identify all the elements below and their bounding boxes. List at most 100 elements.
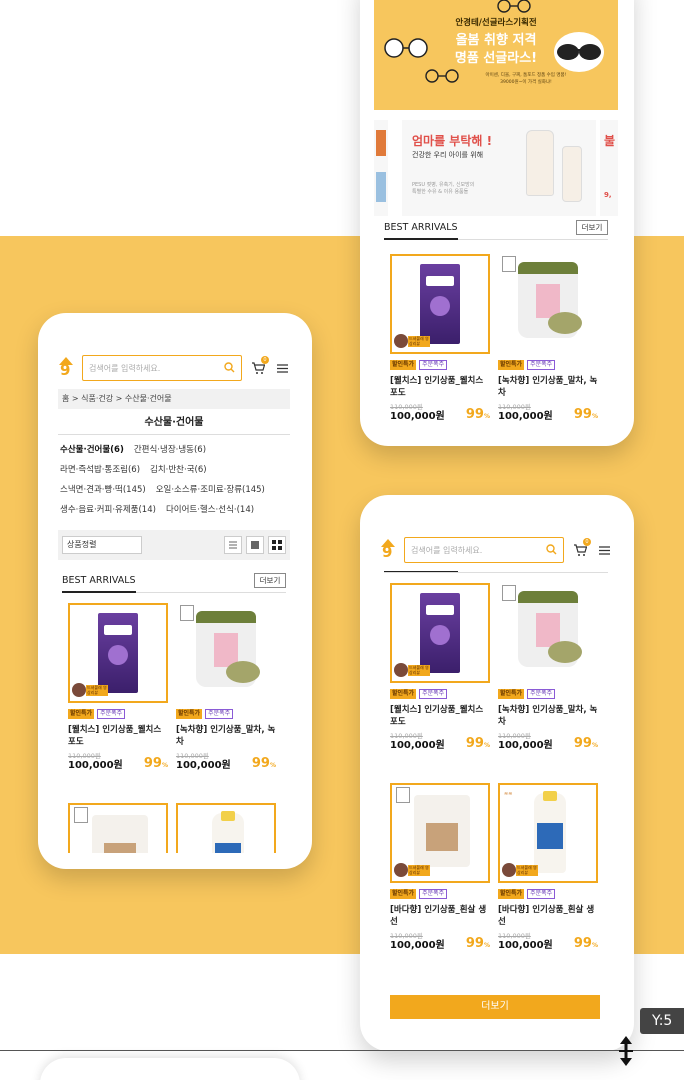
category-link[interactable]: 생수·음료·커피·유제품(14) xyxy=(60,505,156,515)
banner-mom-care[interactable]: 엄마를 부탁해 ! 건강한 우리 아이를 위해 PESU 젖병, 유축기, 신모… xyxy=(402,120,596,216)
logo-9-icon[interactable]: 9 xyxy=(58,357,74,379)
search-bar[interactable]: 검색어를 입력하세요. xyxy=(82,355,242,381)
discount-rate: 99% xyxy=(465,736,490,751)
sunglasses-promo-banner[interactable]: 안경테/선글라스기획전 올봄 취향 저격 명품 선글라스! 아이센, 디올, 구… xyxy=(374,0,618,110)
sale-tag: 할인특가 xyxy=(498,689,525,699)
banner-carousel[interactable]: 엄마를 부탁해 ! 건강한 우리 아이를 위해 PESU 젖병, 유축기, 신모… xyxy=(374,120,618,216)
product-card[interactable]: 드셔볼래 영상리뷰 할인특가 주문폭주 [웰치스] 인기상품_웰치스 포도 11… xyxy=(390,254,492,423)
grid-view-icon[interactable] xyxy=(246,536,264,554)
sale-price: 100,000원 99% xyxy=(498,736,598,751)
coordinate-readout: Y:5 xyxy=(640,1008,684,1034)
sale-price: 100,000원 99% xyxy=(498,936,598,951)
promo-small-line1: 아이센, 디올, 구찌, 톰포드 정품 수입 명품! xyxy=(485,73,567,78)
sort-bar: 상품정렬 xyxy=(58,530,290,560)
phone-left: 9 검색어를 입력하세요. 0 홈 > 식품·건강 > 수산물·건어물 수산물·… xyxy=(38,313,312,869)
search-icon[interactable] xyxy=(224,361,235,375)
category-link[interactable]: 김치·반찬·국(6) xyxy=(150,465,207,475)
banner-heading: 엄마를 부탁해 ! xyxy=(412,134,493,148)
sale-tag: 할인특가 xyxy=(390,360,417,370)
sale-price: 100,000원 99% xyxy=(390,736,490,751)
product-name: [웰치스] 인기상품_웰치스 포도 xyxy=(390,705,484,727)
category-link[interactable]: 스낵면·견과·빵·떡(145) xyxy=(60,485,146,495)
baby-bottle-image xyxy=(526,130,554,196)
discount-rate: 99% xyxy=(573,936,598,951)
product-card[interactable]: ≈≈ 드셔볼래 영상리뷰 할인특가 주문폭주 [바다향] 인기상품_흰살 생선 … xyxy=(498,783,600,952)
list-view-icon[interactable] xyxy=(224,536,242,554)
product-card[interactable]: 드셔볼래 영상리뷰 할인특가 주문폭주 [바다향] 인기상품_흰살 생선 110… xyxy=(390,783,492,952)
product-name: [녹차향] 인기상품_말차, 녹차 xyxy=(176,725,276,747)
promo-small-line2: 39000원~이 가격 실화냐! xyxy=(500,80,552,85)
tile-view-icon[interactable] xyxy=(268,536,286,554)
category-row: 스낵면·견과·빵·떡(145) 오일·소스류·조미료·장류(145) xyxy=(60,480,290,500)
hot-tag: 주문폭주 xyxy=(527,360,556,370)
category-link[interactable]: 간편식·냉장·냉동(6) xyxy=(134,445,206,455)
logo-9-icon[interactable]: 9 xyxy=(380,539,396,561)
product-card[interactable]: 할인특가 주문폭주 [녹차향] 인기상품_말차, 녹차 110,000원 100… xyxy=(498,583,600,752)
sale-price: 100,000원 99% xyxy=(390,936,490,951)
breadcrumb[interactable]: 홈 > 식품·건강 > 수산물·건어물 xyxy=(58,389,290,409)
section-title: BEST ARRIVALS xyxy=(62,575,136,586)
search-bar[interactable]: 검색어를 입력하세요. xyxy=(404,537,564,563)
category-link[interactable]: 수산물·건어물(6) xyxy=(60,445,124,455)
more-link[interactable]: 더보기 xyxy=(576,220,608,235)
banner-subheading: 건강한 우리 아이를 위해 xyxy=(412,151,484,159)
search-input[interactable]: 검색어를 입력하세요. xyxy=(89,363,224,374)
category-row: 생수·음료·커피·유제품(14) 다이어트·헬스·선식·(14) xyxy=(60,500,290,520)
baby-bottle-image xyxy=(562,146,582,202)
section-header: BEST ARRIVALS 더보기 xyxy=(62,573,286,595)
product-image xyxy=(176,603,276,703)
discount-rate: 99% xyxy=(465,936,490,951)
hot-tag: 주문폭주 xyxy=(419,360,448,370)
category-list: 수산물·건어물(6) 간편식·냉장·냉동(6) 라면·즉석밥·통조림(6) 김치·반… xyxy=(60,440,290,520)
menu-icon[interactable] xyxy=(274,360,290,376)
discount-rate: 99% xyxy=(465,407,490,422)
more-link[interactable]: 더보기 xyxy=(254,573,286,588)
banner-small-line1: PESU 젖병, 유축기, 신모방의 xyxy=(412,182,475,188)
search-input[interactable]: 검색어를 입력하세요. xyxy=(411,545,546,556)
product-image: 드셔볼래 영상리뷰 xyxy=(390,783,490,883)
product-name: [녹차향] 인기상품_말차, 녹차 xyxy=(498,376,598,398)
menu-icon[interactable] xyxy=(596,542,612,558)
section-title: BEST ARRIVALS xyxy=(384,222,458,233)
phone-bottom-right: 9 검색어를 입력하세요. 0 드셔볼래 영상리뷰 할인특가 주문폭주 [웰치스… xyxy=(360,495,634,1051)
sale-tag: 할인특가 xyxy=(390,689,417,699)
product-name: [바다향] 인기상품_흰살 생선 xyxy=(498,905,595,927)
review-badge: 드셔볼래 영상리뷰 xyxy=(394,663,430,679)
category-link[interactable]: 오일·소스류·조미료·장류(145) xyxy=(156,485,265,495)
product-card[interactable]: 드셔볼래 영상리뷰 할인특가 주문폭주 [웰치스] 인기상품_웰치스 포도 11… xyxy=(390,583,492,752)
sale-tag: 할인특가 xyxy=(498,360,525,370)
sale-tag: 할인특가 xyxy=(390,889,417,899)
category-row: 라면·즉석밥·통조림(6) 김치·반찬·국(6) xyxy=(60,460,290,480)
design-canvas: 안경테/선글라스기획전 올봄 취향 저격 명품 선글라스! 아이센, 디올, 구… xyxy=(0,0,684,1080)
product-name: [웰치스] 인기상품_웰치스 포도 xyxy=(68,725,162,747)
discount-rate: 99% xyxy=(573,736,598,751)
product-image xyxy=(68,803,168,853)
hot-tag: 주문폭주 xyxy=(527,889,556,899)
product-card[interactable] xyxy=(176,803,278,853)
sort-select[interactable]: 상품정렬 xyxy=(62,536,142,554)
search-icon[interactable] xyxy=(546,543,557,557)
discount-rate: 99% xyxy=(143,756,168,771)
hot-tag: 주문폭주 xyxy=(527,689,556,699)
sale-price: 100,000원 99% xyxy=(390,407,490,422)
discount-rate: 99% xyxy=(251,756,276,771)
sale-price: 100,000원 99% xyxy=(68,756,168,771)
product-card[interactable]: 할인특가 주문폭주 [녹차향] 인기상품_말차, 녹차 110,000원 100… xyxy=(498,254,600,423)
product-card[interactable]: 드셔볼래 영상리뷰 할인특가 주문폭주 [웰치스] 인기상품_웰치스 포도 11… xyxy=(68,603,170,772)
product-name: [녹차향] 인기상품_말차, 녹차 xyxy=(498,705,598,727)
banner-side-heading: 불 xyxy=(604,134,616,148)
category-link[interactable]: 다이어트·헬스·선식·(14) xyxy=(166,505,254,515)
category-link[interactable]: 라면·즉석밥·통조림(6) xyxy=(60,465,140,475)
more-button[interactable]: 더보기 xyxy=(390,995,600,1019)
cart-icon[interactable]: 0 xyxy=(250,356,269,376)
cart-icon[interactable]: 0 xyxy=(572,538,591,558)
product-card[interactable] xyxy=(68,803,170,853)
discount-rate: 99% xyxy=(573,407,598,422)
product-image: ≈≈ 드셔볼래 영상리뷰 xyxy=(498,783,598,883)
resize-arrow-icon[interactable] xyxy=(616,1036,636,1066)
product-image: 드셔볼래 영상리뷰 xyxy=(68,603,168,703)
product-card[interactable]: 할인특가 주문폭주 [녹차향] 인기상품_말차, 녹차 110,000원 100… xyxy=(176,603,278,772)
hot-tag: 주문폭주 xyxy=(205,709,234,719)
sale-tag: 할인특가 xyxy=(68,709,95,719)
header: 9 검색어를 입력하세요. 0 xyxy=(380,537,612,563)
